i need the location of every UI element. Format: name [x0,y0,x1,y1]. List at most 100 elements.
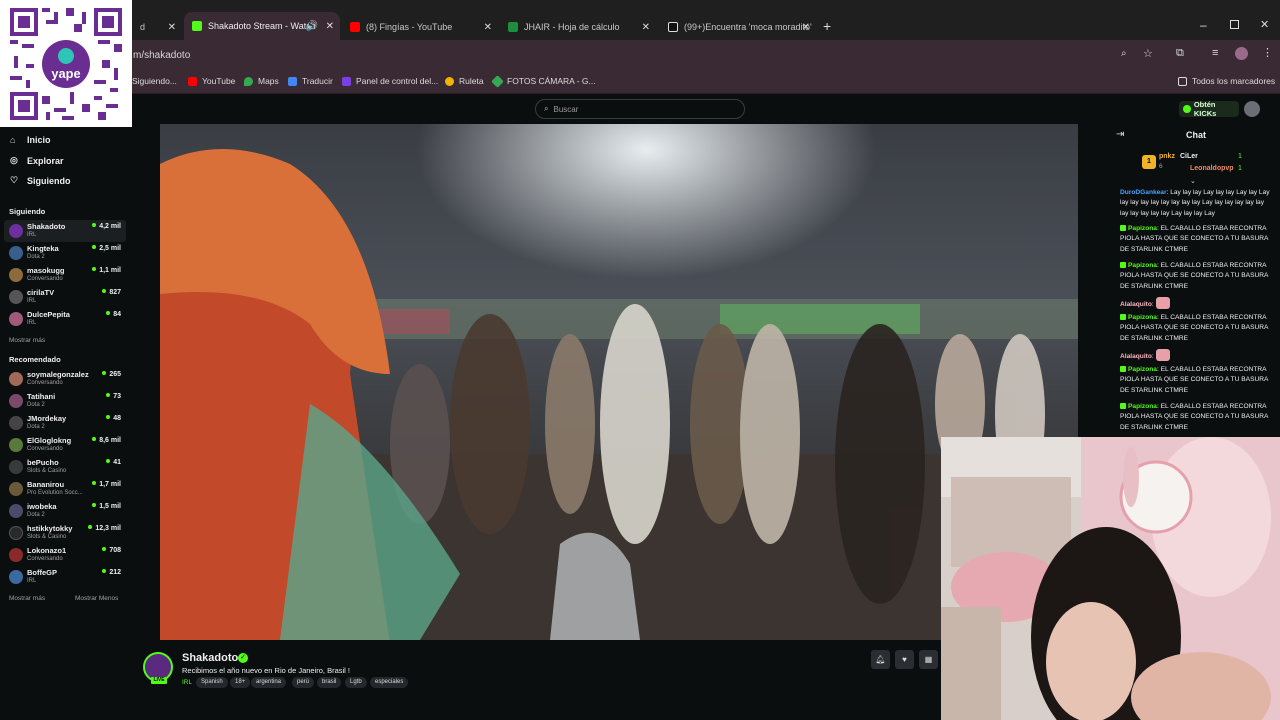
star-icon[interactable]: ☆ [1143,47,1153,60]
chat-username[interactable]: Alalaquito [1120,301,1152,308]
channel-name: ElGloglokng [27,436,72,445]
bookmark-label: Todos los marcadores [1192,76,1276,86]
channel-shakadoto[interactable]: Shakadoto IRL 4,2 mil [4,220,126,242]
all-bookmarks[interactable]: Todos los marcadores [1178,76,1275,86]
bookmark-youtube[interactable]: YouTube [188,76,235,86]
tag[interactable]: Lgtb [345,677,367,688]
chat-username[interactable]: Papizona [1128,225,1157,232]
nav-explorar[interactable]: ◎ Explorar [10,155,64,166]
tag[interactable]: brasil [317,677,342,688]
channel-name: masokugg [27,266,65,275]
tag[interactable]: argentina [251,677,287,688]
media-control-icon[interactable]: ≡ [1212,47,1218,59]
channel-category: IRL [27,578,37,584]
heart-icon: ♥ [902,655,907,664]
minimize-icon[interactable]: – [1200,18,1207,32]
channel-elgloglokng[interactable]: ElGloglokng Conversando 8,6 mil [4,434,126,456]
maximize-icon[interactable] [1230,20,1239,29]
top-gifter-name[interactable]: pnkz [1159,153,1175,160]
get-kicks-button[interactable]: Obtén KICKs [1179,100,1239,118]
chat-username[interactable]: DuroDGankear [1120,189,1167,196]
browser-tab[interactable]: (99+)Encuentra 'moca moradito' ✕ [660,14,816,40]
channel-category: Dota 2 [27,402,45,408]
close-icon[interactable]: ✕ [168,22,176,33]
close-icon[interactable]: ✕ [802,22,810,33]
bookmark-fotos[interactable]: FOTOS CÁMARA - G... [491,74,596,88]
channel-masokugg[interactable]: masokugg Conversando 1,1 mil [4,264,126,286]
channel-cirilatv[interactable]: cirilaTV IRL 827 [4,286,126,308]
show-less-recommended[interactable]: Mostrar Menos [75,595,118,602]
follow-heart-button[interactable]: ♥ [895,650,914,669]
chat-username[interactable]: Alalaquito [1120,353,1152,360]
window-close-icon[interactable]: ✕ [1260,18,1269,31]
tab-label: JHAIR - Hoja de cálculo [524,22,620,32]
channel-tatihani[interactable]: Tatihani Dota 2 73 [4,390,126,412]
speaker-icon[interactable]: 🔊 [306,21,318,32]
expand-gifters-icon[interactable]: ⌄ [1190,177,1196,185]
zoom-icon[interactable]: ⌕ [1121,48,1127,59]
collapse-chat-icon[interactable]: ⇥ [1116,129,1124,140]
nav-inicio[interactable]: ⌂ Inicio [10,135,51,145]
stream-category[interactable]: IRL [182,679,192,686]
channel-category: Conversando [27,276,63,282]
profile-avatar-icon[interactable] [1235,47,1248,60]
folder-icon [1178,76,1187,86]
show-more-recommended[interactable]: Mostrar más [9,595,45,602]
sheets-favicon-icon [508,22,518,32]
channel-lokonazo1[interactable]: Lokonazo1 Conversando 708 [4,544,126,566]
tag[interactable]: Spanish [196,677,228,688]
chat-username[interactable]: Papizona [1128,314,1157,321]
home-icon: ⌂ [10,135,16,145]
notification-bell-button[interactable]: 🔔︎ [871,650,890,669]
user-avatar[interactable] [1244,101,1260,117]
bookmark-panel[interactable]: Panel de control del... [342,76,438,86]
tag[interactable]: especiales [370,677,409,688]
bookmark-traducir[interactable]: Traducir [288,76,333,86]
url-text[interactable]: m/shakadoto [133,50,190,61]
viewer-count: 1,5 mil [92,503,121,510]
channel-soymalegonzalez[interactable]: soymalegonzalez Conversando 265 [4,368,126,390]
bookmark-siguiendo[interactable]: Siguiendo... [132,76,177,86]
top-gifter-name[interactable]: Leonaldopvp [1190,165,1234,172]
gift-subscribe-button[interactable]: ▦ [919,650,938,669]
close-icon[interactable]: ✕ [642,22,650,33]
bookmark-label: Maps [258,76,279,86]
viewer-count: 4,2 mil [92,223,121,230]
channel-boffegp[interactable]: BoffeGP IRL 212 [4,566,126,588]
channel-category: Conversando [27,380,63,386]
top-gifter-name[interactable]: CiLer [1180,153,1198,160]
streamer-name[interactable]: Shakadoto [182,652,238,664]
chat-username[interactable]: Papizona [1128,403,1157,410]
sub-badge-icon [1120,314,1126,320]
channel-iwobeka[interactable]: iwobeka Dota 2 1,5 mil [4,500,126,522]
bookmarks-bar: Siguiendo... YouTube Maps Traducir Panel… [0,70,1280,94]
tag[interactable]: 18+ [230,677,251,688]
avatar [9,416,23,430]
channel-bananirou[interactable]: Bananirou Pro Evolution Socc... 1,7 mil [4,478,126,500]
channel-bepucho[interactable]: bePucho Slots & Casino 41 [4,456,126,478]
bookmark-maps[interactable]: Maps [244,76,279,86]
chat-username[interactable]: Papizona [1128,262,1157,269]
tag[interactable]: perù [292,677,315,688]
close-icon[interactable]: ✕ [484,22,492,33]
show-more-following[interactable]: Mostrar más [9,337,45,344]
channel-name: Lokonazo1 [27,546,67,555]
new-tab-plus-icon[interactable]: + [823,18,831,34]
browser-tab[interactable]: JHAIR - Hoja de cálculo ✕ [500,14,656,40]
address-bar[interactable]: m/shakadoto ⌕ ☆ ⧉ ≡ ⋮ [0,40,1280,70]
channel-hstikkytokky[interactable]: hstikkytokky Slots & Casino 12,3 mil [4,522,126,544]
channel-jmordekay[interactable]: JMordekay Dota 2 48 [4,412,126,434]
bookmark-ruleta[interactable]: Ruleta [445,76,484,86]
browser-tab[interactable]: (8) Fingías - YouTube ✕ [342,14,498,40]
channel-dulcepepita[interactable]: DulcePepita IRL 84 [4,308,126,330]
search-input[interactable]: ⌕ Buscar [535,99,745,119]
close-icon[interactable]: ✕ [326,21,334,32]
avatar [9,290,23,304]
extensions-icon[interactable]: ⧉ [1176,47,1184,60]
nav-siguiendo[interactable]: ♡ Siguiendo [10,175,71,186]
browser-tab[interactable]: d ✕ [132,14,182,40]
kebab-menu-icon[interactable]: ⋮ [1262,46,1273,59]
browser-tab-active[interactable]: Shakadoto Stream - Watch 🔊 ✕ [184,12,340,40]
channel-kingteka[interactable]: Kingteka Dota 2 2,5 mil [4,242,126,264]
chat-username[interactable]: Papizona [1128,366,1157,373]
